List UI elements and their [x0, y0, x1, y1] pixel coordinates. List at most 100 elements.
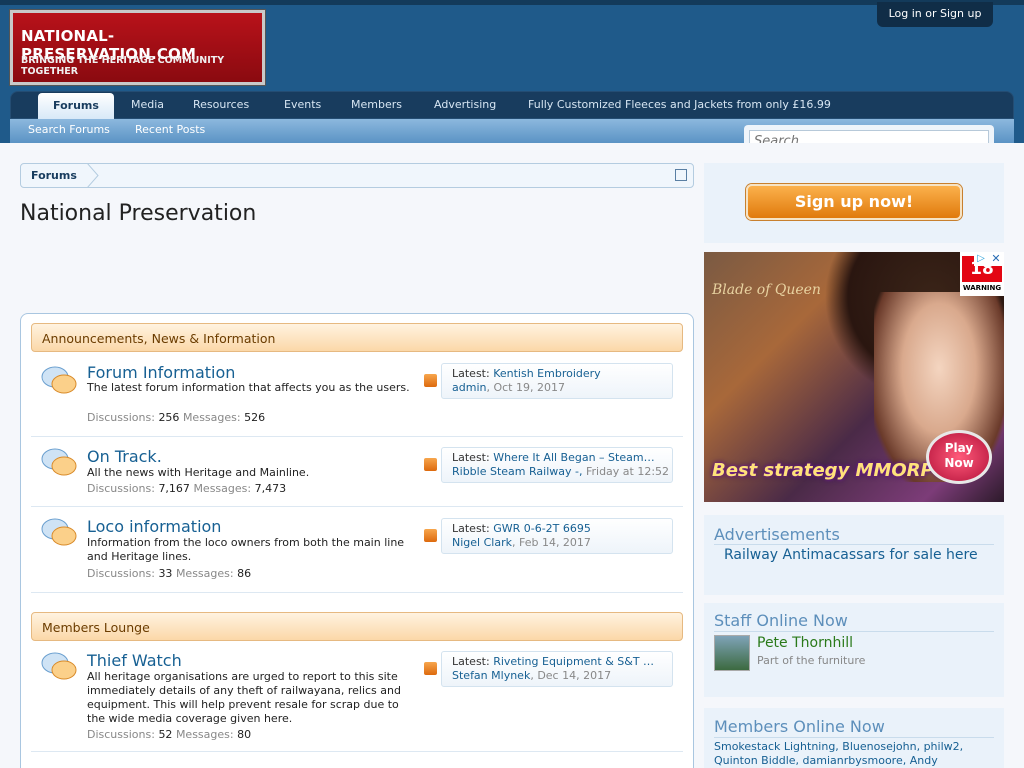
tab-events[interactable]: Events	[284, 92, 321, 119]
messages-label: Messages:	[193, 482, 252, 495]
site-logo[interactable]: NATIONAL-PRESERVATION.COM BRINGING THE H…	[10, 10, 265, 85]
discussions-label: Discussions:	[87, 567, 155, 580]
category-header[interactable]: Members Lounge	[31, 612, 683, 641]
discussions-count: 33	[158, 567, 173, 580]
logo-tagline: BRINGING THE HERITAGE COMMUNITY TOGETHER	[21, 55, 225, 77]
messages-count: 526	[244, 411, 266, 424]
staff-member-role: Part of the furniture	[757, 654, 866, 667]
latest-label: Latest:	[452, 655, 490, 668]
discussions-count: 7,167	[158, 482, 190, 495]
messages-count: 7,473	[254, 482, 287, 495]
forum-description: All heritage organisations are urged to …	[87, 670, 401, 725]
discussions-label: Discussions:	[87, 728, 155, 741]
latest-post: Latest: Kentish Embroidery admin, Oct 19…	[441, 363, 673, 399]
messages-label: Messages:	[175, 567, 234, 580]
latest-post-date: Dec 14, 2017	[537, 669, 612, 682]
latest-post-user[interactable]: admin	[452, 381, 486, 394]
forum-node: Loco information Information from the lo…	[31, 507, 683, 593]
online-members-list[interactable]: Smokestack Lightning, Bluenosejohn, phil…	[714, 740, 999, 768]
forum-description: The latest forum information that affect…	[87, 381, 410, 394]
messages-label: Messages:	[175, 728, 234, 741]
divider	[714, 544, 994, 545]
page-content: Forums National Preservation Announcemen…	[0, 143, 1024, 768]
latest-post-title[interactable]: GWR 0-6-2T 6695	[493, 522, 591, 535]
category-header[interactable]: Announcements, News & Information	[31, 323, 683, 352]
tab-fleeces-promo[interactable]: Fully Customized Fleeces and Jackets fro…	[528, 92, 831, 119]
header-stripe	[0, 0, 1024, 5]
ad-choices-icon[interactable]: ▷	[974, 252, 988, 266]
breadcrumb: Forums	[20, 163, 694, 188]
forum-description: All the news with Heritage and Mainline.	[87, 466, 310, 479]
tab-resources[interactable]: Resources	[193, 92, 249, 119]
breadcrumb-arrow-icon	[87, 163, 99, 188]
ad-logo: Blade of Queen	[712, 282, 821, 298]
latest-post-title[interactable]: Where It All Began – Steam…	[493, 451, 654, 464]
search-forums-link[interactable]: Search Forums	[28, 123, 110, 136]
breadcrumb-forums[interactable]: Forums	[31, 169, 77, 182]
tab-members[interactable]: Members	[351, 92, 402, 119]
forum-stats: Discussions: 52 Messages: 80	[87, 728, 251, 741]
discussions-count: 52	[158, 728, 173, 741]
forum-bubbles-icon	[41, 518, 77, 546]
avatar[interactable]	[714, 635, 750, 671]
signup-button[interactable]: Sign up now!	[746, 184, 962, 220]
latest-post-title[interactable]: Kentish Embroidery	[493, 367, 600, 380]
messages-count: 86	[237, 567, 252, 580]
forum-node: Forum Information The latest forum infor…	[31, 361, 683, 437]
ad-play-button[interactable]: Play Now	[926, 430, 992, 484]
jump-to-icon[interactable]	[675, 169, 687, 181]
forum-bubbles-icon	[41, 366, 77, 394]
main-nav: Forums Media Resources Events Members Ad…	[10, 91, 1014, 120]
signup-block: Sign up now!	[704, 163, 1004, 243]
staff-online-title: Staff Online Now	[714, 611, 848, 630]
latest-post-date: Oct 19, 2017	[493, 381, 565, 394]
advertisements-title: Advertisements	[714, 525, 840, 544]
discussions-label: Discussions:	[87, 411, 155, 424]
tab-advertising[interactable]: Advertising	[434, 92, 496, 119]
messages-count: 80	[237, 728, 252, 741]
ad-tagline: Best strategy MMORPG	[712, 460, 949, 481]
latest-post: Latest: Where It All Began – Steam… Ribb…	[441, 447, 673, 483]
members-online-title: Members Online Now	[714, 717, 885, 736]
latest-post-title[interactable]: Riveting Equipment & S&T …	[493, 655, 654, 668]
messages-label: Messages:	[182, 411, 241, 424]
recent-posts-link[interactable]: Recent Posts	[135, 123, 205, 136]
forum-bubbles-icon	[41, 448, 77, 476]
antimacassars-link[interactable]: Railway Antimacassars for sale here	[724, 547, 978, 563]
forum-bubbles-icon	[41, 652, 77, 680]
tab-forums[interactable]: Forums	[38, 93, 114, 120]
forum-title[interactable]: Forum Information	[87, 363, 235, 382]
latest-post: Latest: GWR 0-6-2T 6695 Nigel Clark, Feb…	[441, 518, 673, 554]
latest-post-user[interactable]: Nigel Clark	[452, 536, 512, 549]
forum-title[interactable]: On Track.	[87, 447, 162, 466]
tab-media[interactable]: Media	[131, 92, 164, 119]
forum-node: Thief Watch All heritage organisations a…	[31, 648, 683, 752]
latest-post-user[interactable]: Stefan Mlynek	[452, 669, 530, 682]
ad-close-icon[interactable]: ✕	[988, 252, 1004, 266]
rss-feed-icon[interactable]	[424, 662, 437, 675]
rss-feed-icon[interactable]	[424, 374, 437, 387]
rss-feed-icon[interactable]	[424, 458, 437, 471]
site-header: NATIONAL-PRESERVATION.COM BRINGING THE H…	[0, 0, 1024, 155]
latest-post: Latest: Riveting Equipment & S&T … Stefa…	[441, 651, 673, 687]
staff-member-name[interactable]: Pete Thornhill	[757, 635, 853, 651]
divider	[714, 737, 994, 738]
forum-title[interactable]: Loco information	[87, 517, 221, 536]
latest-label: Latest:	[452, 522, 490, 535]
rss-feed-icon[interactable]	[424, 529, 437, 542]
forum-node: On Track. All the news with Heritage and…	[31, 437, 683, 507]
latest-label: Latest:	[452, 451, 490, 464]
forum-stats: Discussions: 7,167 Messages: 7,473	[87, 482, 286, 495]
forum-description: Information from the loco owners from bo…	[87, 536, 405, 563]
login-signup-link[interactable]: Log in or Sign up	[877, 2, 993, 27]
advert-banner[interactable]: Blade of Queen Best strategy MMORPG Play…	[704, 252, 1004, 502]
page-title: National Preservation	[20, 201, 257, 226]
forum-list: Announcements, News & Information Forum …	[20, 313, 694, 768]
members-online-block: Members Online Now Smokestack Lightning,…	[704, 708, 1004, 768]
latest-post-user[interactable]: Ribble Steam Railway -,	[452, 465, 582, 478]
latest-post-date: Feb 14, 2017	[518, 536, 591, 549]
forum-title[interactable]: Thief Watch	[87, 651, 182, 670]
forum-stats: Discussions: 33 Messages: 86	[87, 567, 251, 580]
divider	[714, 631, 994, 632]
discussions-count: 256	[158, 411, 180, 424]
